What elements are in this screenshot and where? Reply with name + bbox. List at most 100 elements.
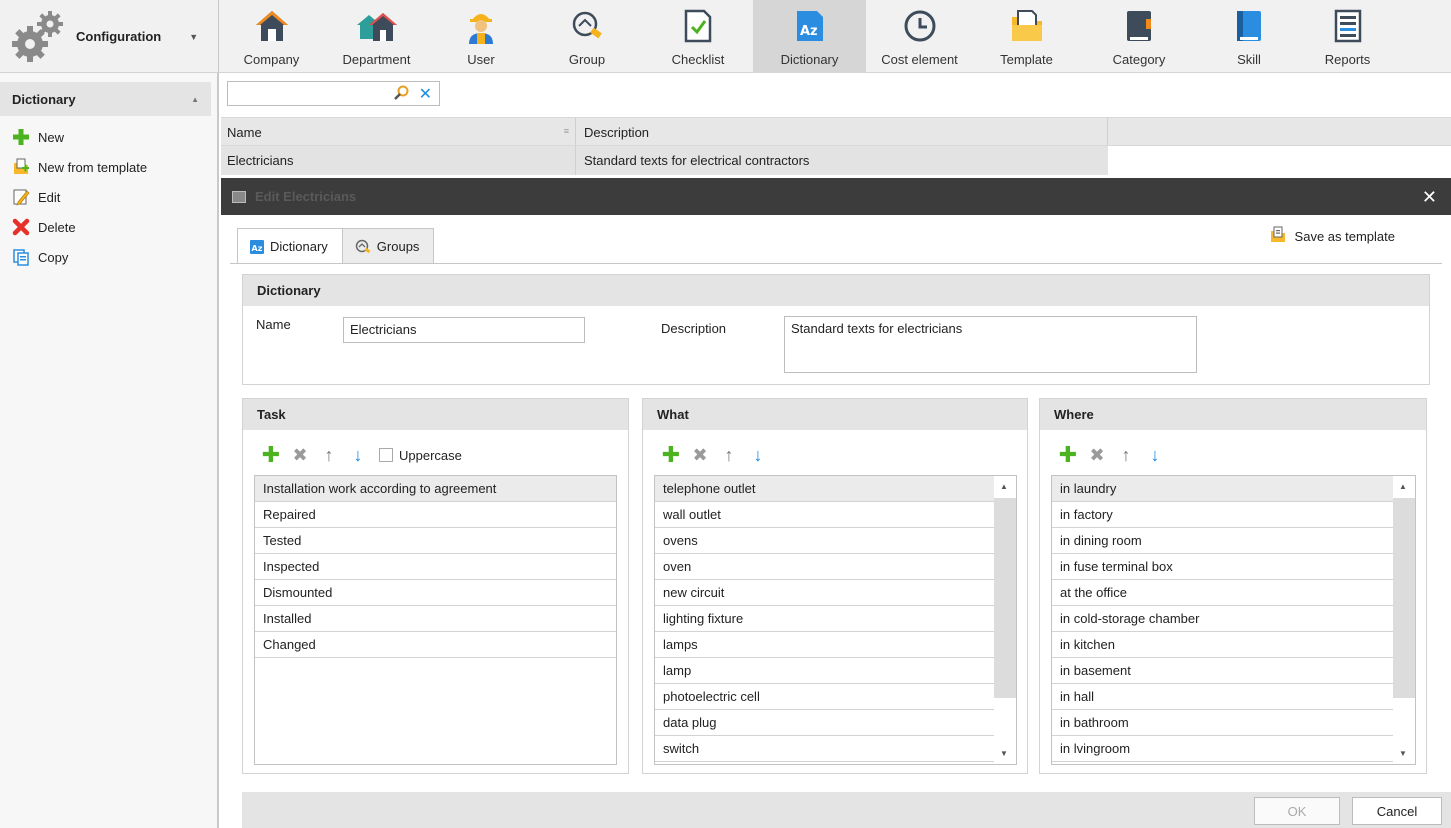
nav-company[interactable]: Company [221,0,322,73]
plus-icon [12,128,30,146]
list-item[interactable]: Repaired [255,502,616,528]
column-header-description[interactable]: Description [576,118,1108,145]
list-item[interactable]: in kitchen [1052,632,1393,658]
description-input[interactable]: Standard texts for electricians [784,316,1197,373]
nav-dictionary[interactable]: Az Dictionary [753,0,866,73]
move-up-icon[interactable]: ↑ [1118,445,1134,465]
remove-icon[interactable]: ✖ [692,445,708,465]
action-new[interactable]: New [0,122,217,152]
nav-department[interactable]: Department [322,0,431,73]
tab-groups[interactable]: Groups [342,228,435,264]
list-item[interactable]: switch [655,736,994,762]
list-item[interactable]: lamps [655,632,994,658]
collapse-up-icon[interactable]: ▲ [191,95,199,104]
move-down-icon[interactable]: ↓ [1147,445,1163,465]
list-item[interactable]: Changed [255,632,616,658]
search-icon[interactable] [393,85,409,104]
action-delete[interactable]: Delete [0,212,217,242]
edit-dialog: Edit Electricians ✕ Az Dictionary Groups… [221,178,1451,828]
list-item[interactable]: in factory [1052,502,1393,528]
cancel-button[interactable]: Cancel [1352,797,1442,825]
add-icon[interactable]: ✚ [262,442,280,467]
grid-header-row: Name ≡ Description [221,117,1451,146]
list-items: telephone outlet wall outlet ovens oven new … [655,476,994,762]
configuration-menu[interactable]: Configuration ▼ [0,0,219,73]
module-nav: Company Department User Group Checklist [221,0,1395,73]
list-item[interactable]: new circuit [655,580,994,606]
move-up-icon[interactable]: ↑ [321,445,337,465]
column-header-name[interactable]: Name ≡ [221,118,576,145]
save-as-template-button[interactable]: Save as template [1269,226,1395,247]
scroll-down-arrow-icon[interactable]: ▼ [1000,749,1008,758]
list-item[interactable]: in laundry [1052,476,1393,502]
action-copy[interactable]: Copy [0,242,217,272]
nav-template[interactable]: Template [973,0,1080,73]
column-header-label: Name [227,125,262,140]
list-item[interactable]: in cold-storage chamber [1052,606,1393,632]
sidebar-header[interactable]: Dictionary ▲ [0,82,211,116]
remove-icon[interactable]: ✖ [1089,445,1105,465]
where-section: Where ✚ ✖ ↑ ↓ in laundry in factory in din… [1039,398,1427,774]
list-item[interactable]: data plug [655,710,994,736]
action-edit[interactable]: Edit [0,182,217,212]
what-list: telephone outlet wall outlet ovens oven new … [654,475,1017,765]
tab-dictionary[interactable]: Az Dictionary [237,228,343,264]
nav-skill[interactable]: Skill [1198,0,1300,73]
move-down-icon[interactable]: ↓ [350,445,366,465]
list-item[interactable]: in hall [1052,684,1393,710]
sort-icon: ≡ [563,126,569,136]
scroll-down-arrow-icon[interactable]: ▼ [1399,749,1407,758]
list-item[interactable]: in basement [1052,658,1393,684]
nav-user[interactable]: User [431,0,531,73]
list-item[interactable]: ovens [655,528,994,554]
name-input[interactable]: Electricians [343,317,585,343]
sidebar: Dictionary ▲ New New from template Edit … [0,73,219,828]
move-down-icon[interactable]: ↓ [750,445,766,465]
list-item[interactable]: telephone outlet [655,476,994,502]
table-row[interactable]: Electricians Standard texts for electric… [221,146,1108,175]
list-item[interactable]: in dining room [1052,528,1393,554]
add-icon[interactable]: ✚ [662,442,680,467]
close-icon[interactable]: ✕ [1422,187,1437,208]
list-item[interactable]: Inspected [255,554,616,580]
nav-reports[interactable]: Reports [1300,0,1395,73]
nav-group[interactable]: Group [531,0,643,73]
list-item[interactable]: oven [655,554,994,580]
clear-search-icon[interactable]: ✕ [419,84,432,104]
action-new-from-template[interactable]: New from template [0,152,217,182]
list-item[interactable]: lamp [655,658,994,684]
list-item[interactable]: Installation work according to agreement [255,476,616,502]
houses-icon [356,5,397,47]
scrollbar-thumb[interactable] [994,498,1016,698]
scroll-up-arrow-icon[interactable]: ▲ [1000,482,1008,491]
search-input[interactable]: ✕ [227,81,440,106]
scrollbar[interactable]: ▲ ▼ [994,476,1016,764]
list-item[interactable]: at the office [1052,580,1393,606]
scrollbar-thumb[interactable] [1393,498,1415,698]
list-item[interactable]: in fuse terminal box [1052,554,1393,580]
list-item[interactable]: in lvingroom [1052,736,1393,762]
uppercase-checkbox[interactable] [379,448,393,462]
list-item[interactable]: in bathroom [1052,710,1393,736]
move-up-icon[interactable]: ↑ [721,445,737,465]
add-icon[interactable]: ✚ [1059,442,1077,467]
chevron-down-icon[interactable]: ▼ [189,32,198,42]
nav-category[interactable]: Category [1080,0,1198,73]
section-title: Where [1040,399,1426,430]
list-item[interactable]: lighting fixture [655,606,994,632]
nav-cost-element[interactable]: Cost element [866,0,973,73]
scrollbar[interactable]: ▲ ▼ [1393,476,1415,764]
list-item[interactable]: photoelectric cell [655,684,994,710]
nav-checklist[interactable]: Checklist [643,0,753,73]
list-item[interactable]: Dismounted [255,580,616,606]
action-label: New from template [38,159,148,175]
scroll-up-arrow-icon[interactable]: ▲ [1399,482,1407,491]
ok-button[interactable]: OK [1254,797,1340,825]
task-list: Installation work according to agreement… [254,475,617,765]
dialog-titlebar[interactable]: Edit Electricians ✕ [221,178,1451,215]
list-item[interactable]: Installed [255,606,616,632]
remove-icon[interactable]: ✖ [292,445,308,465]
list-item[interactable]: wall outlet [655,502,994,528]
where-toolbar: ✚ ✖ ↑ ↓ [1059,442,1176,467]
list-item[interactable]: Tested [255,528,616,554]
